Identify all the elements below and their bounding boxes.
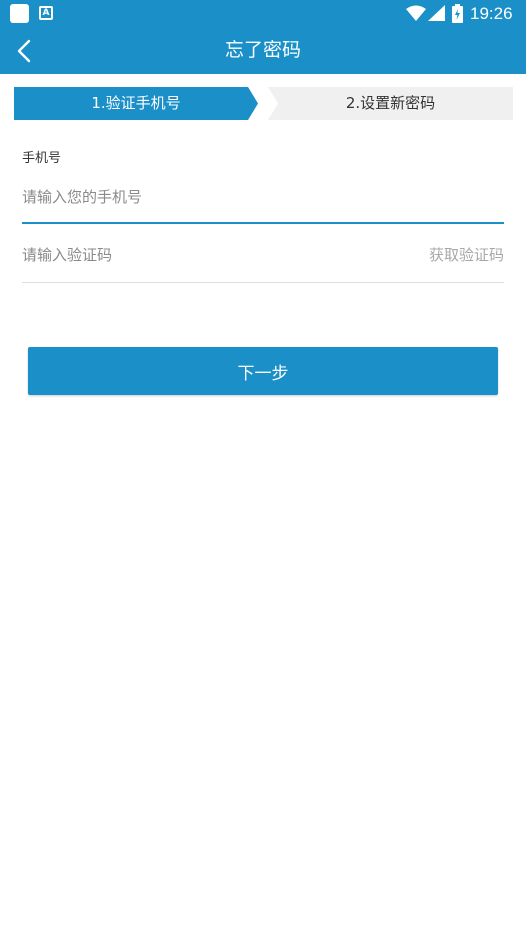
page-title: 忘了密码 <box>224 39 301 61</box>
phone-input[interactable] <box>22 178 504 216</box>
app-notification-icon <box>10 4 29 23</box>
code-underline <box>22 282 504 283</box>
phone-underline <box>22 222 504 224</box>
battery-charging-icon <box>452 4 463 23</box>
get-code-button[interactable]: 获取验证码 <box>429 244 504 265</box>
cellular-signal-icon <box>428 5 445 21</box>
app-bar: 忘了密码 <box>0 27 526 74</box>
step-indicator: 1.验证手机号 2.设置新密码 <box>14 87 513 120</box>
next-button[interactable]: 下一步 <box>28 347 498 395</box>
step-set-new-password: 2.设置新密码 <box>345 94 436 112</box>
verification-code-input[interactable] <box>22 236 402 274</box>
wifi-icon <box>406 5 426 21</box>
forgot-password-screen: A 19:26 忘了密码 1.验证手机号 2.设置新密码 手机号 请输入您的手机… <box>0 0 526 934</box>
phone-label: 手机号 <box>22 151 62 166</box>
status-bar: A 19:26 <box>0 0 526 27</box>
status-time: 19:26 <box>470 4 513 23</box>
step-verify-phone: 1.验证手机号 <box>91 94 181 112</box>
a-keyboard-icon: A <box>39 6 53 20</box>
